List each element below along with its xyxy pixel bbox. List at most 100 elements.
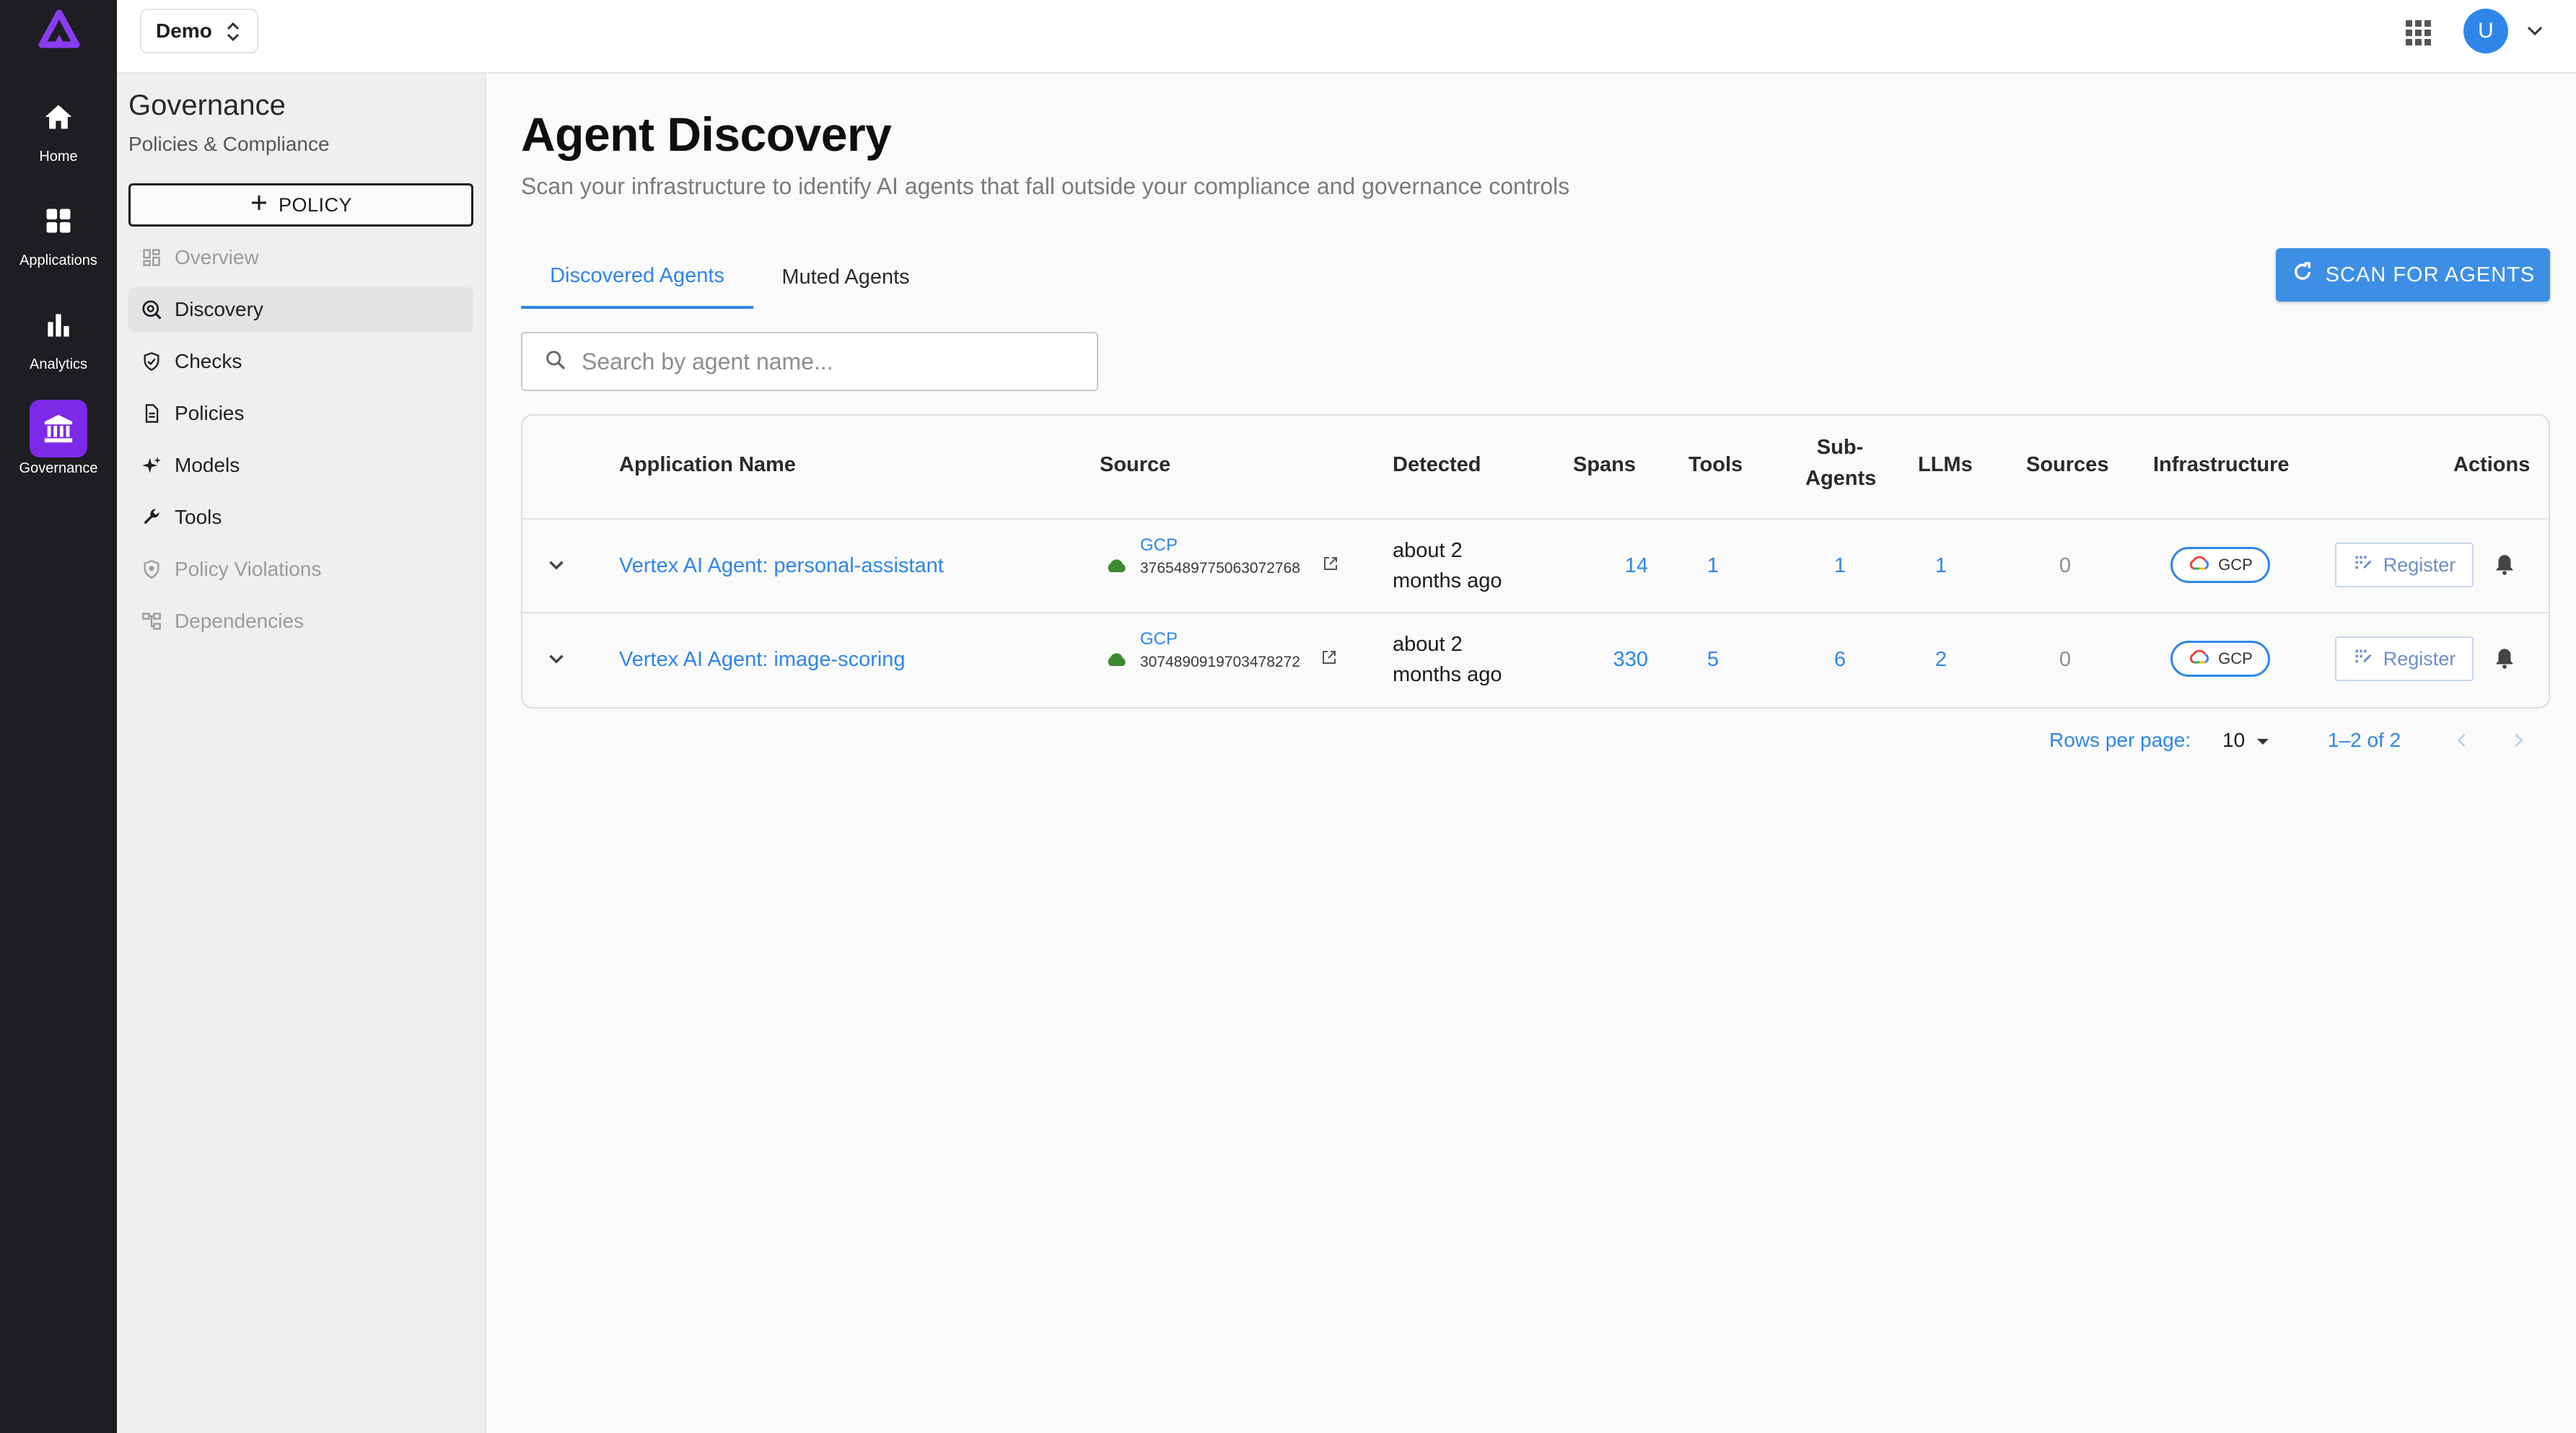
open-external-icon[interactable] — [1322, 554, 1339, 578]
sidebar-item-label: Policy Violations — [175, 558, 322, 580]
rows-per-page-select[interactable]: 10 — [2222, 729, 2271, 752]
shield-check-icon — [140, 350, 163, 373]
previous-page-icon[interactable] — [2452, 730, 2472, 755]
radar-icon — [140, 298, 163, 321]
infrastructure-label: GCP — [2218, 556, 2253, 574]
col-header-subagents[interactable]: Sub- Agents — [1805, 436, 1877, 491]
open-external-icon[interactable] — [1320, 648, 1338, 672]
sidebar-item-label: Discovery — [175, 298, 263, 320]
col-header-tools[interactable]: Tools — [1688, 453, 1743, 477]
top-bar: Demo U — [117, 0, 2576, 74]
agents-table: Application Name Source Detected Spans T… — [521, 414, 2550, 709]
sidebar-item-overview[interactable]: Overview — [128, 235, 473, 280]
rail-item-label: Applications — [19, 253, 97, 268]
sidebar-item-discovery[interactable]: Discovery — [128, 287, 473, 332]
sources-count: 0 — [2059, 554, 2072, 577]
sidebar-item-checks[interactable]: Checks — [128, 339, 473, 384]
register-button[interactable]: Register — [2335, 543, 2474, 587]
sidebar-item-dependencies[interactable]: Dependencies — [128, 599, 473, 644]
cloud-icon — [1104, 651, 1129, 675]
sidebar-item-tools[interactable]: Tools — [128, 495, 473, 540]
org-selector[interactable]: Demo — [140, 9, 258, 53]
sidebar-item-models[interactable]: Models — [128, 443, 473, 488]
spans-count[interactable]: 14 — [1612, 554, 1648, 578]
org-name: Demo — [156, 19, 212, 42]
sparkle-icon — [140, 454, 163, 477]
scan-for-agents-button[interactable]: SCAN FOR AGENTS — [2276, 248, 2550, 302]
expand-row-icon[interactable] — [544, 647, 569, 677]
col-header-spans[interactable]: Spans — [1573, 453, 1636, 477]
sidebar-item-policies[interactable]: Policies — [128, 391, 473, 436]
bell-icon[interactable] — [2492, 645, 2517, 677]
sidebar-item-label: Checks — [175, 350, 242, 372]
rail-item-analytics[interactable]: Analytics — [0, 296, 117, 373]
rail-item-governance[interactable]: Governance — [0, 400, 117, 477]
sidebar-item-policy-violations[interactable]: Policy Violations — [128, 547, 473, 592]
col-header-subagents-line2: Agents — [1805, 467, 1877, 490]
search-icon — [544, 349, 567, 375]
spans-count[interactable]: 330 — [1590, 648, 1648, 672]
tools-count[interactable]: 5 — [1684, 648, 1742, 672]
caret-down-icon — [2255, 729, 2271, 752]
col-header-application[interactable]: Application Name — [619, 453, 796, 477]
sidebar-item-label: Overview — [175, 246, 259, 268]
bar-chart-icon — [30, 296, 87, 354]
register-label: Register — [2383, 553, 2456, 576]
register-label: Register — [2383, 647, 2456, 670]
source-info: GCP 3765489775063072768 — [1140, 535, 1300, 577]
gcp-logo-icon — [2188, 554, 2211, 576]
col-header-source[interactable]: Source — [1100, 453, 1170, 477]
sidebar-subtitle: Policies & Compliance — [128, 133, 330, 155]
col-header-subagents-line1: Sub- — [1816, 436, 1864, 459]
user-avatar[interactable]: U — [2463, 9, 2508, 53]
rail-item-home[interactable]: Home — [0, 88, 117, 165]
bank-icon — [30, 400, 87, 457]
col-header-infrastructure[interactable]: Infrastructure — [2153, 453, 2290, 477]
subagents-count[interactable]: 1 — [1811, 554, 1869, 578]
logo-icon[interactable] — [38, 9, 81, 52]
unfold-icon — [224, 20, 242, 48]
detected-line1: about 2 — [1393, 539, 1463, 562]
search-input[interactable] — [582, 348, 1072, 375]
tab-muted-agents[interactable]: Muted Agents — [753, 245, 938, 309]
detected-line2: months ago — [1393, 569, 1502, 592]
bell-icon[interactable] — [2492, 551, 2517, 583]
infrastructure-chip[interactable]: GCP — [2170, 641, 2270, 677]
sidebar-item-label: Dependencies — [175, 610, 305, 632]
table-row[interactable]: Vertex AI Agent: image-scoring GCP 30748… — [522, 612, 2549, 706]
chevron-down-icon[interactable] — [2524, 20, 2546, 45]
source-label[interactable]: GCP — [1140, 535, 1300, 556]
shield-icon — [140, 558, 163, 581]
refresh-icon — [2291, 260, 2314, 289]
source-info: GCP 3074890919703478272 — [1140, 629, 1300, 671]
llms-count[interactable]: 1 — [1912, 554, 1970, 578]
register-button[interactable]: Register — [2335, 636, 2474, 681]
page-subtitle: Scan your infrastructure to identify AI … — [521, 173, 1570, 199]
table-row[interactable]: Vertex AI Agent: personal-assistant GCP … — [522, 518, 2549, 612]
app-launcher-icon[interactable] — [2403, 17, 2435, 49]
tools-count[interactable]: 1 — [1684, 554, 1742, 578]
next-page-icon[interactable] — [2508, 730, 2528, 755]
llms-count[interactable]: 2 — [1912, 648, 1970, 672]
wrench-icon — [140, 506, 163, 529]
expand-row-icon[interactable] — [544, 553, 569, 583]
add-policy-button[interactable]: POLICY — [128, 183, 473, 227]
col-header-sources[interactable]: Sources — [2026, 453, 2108, 477]
rows-per-page-label: Rows per page: — [2049, 729, 2191, 751]
col-header-detected[interactable]: Detected — [1393, 453, 1481, 477]
tab-discovered-agents[interactable]: Discovered Agents — [521, 245, 753, 309]
hierarchy-icon — [140, 610, 163, 633]
agent-name-link[interactable]: Vertex AI Agent: image-scoring — [619, 648, 906, 672]
grid-icon — [30, 192, 87, 250]
infrastructure-chip[interactable]: GCP — [2170, 547, 2270, 583]
agent-name-link[interactable]: Vertex AI Agent: personal-assistant — [619, 554, 944, 578]
subagents-count[interactable]: 6 — [1811, 648, 1869, 672]
app-rail: Home Applications Analytics Governance — [0, 0, 117, 1433]
col-header-llms[interactable]: LLMs — [1918, 453, 1973, 477]
detected-line2: months ago — [1393, 663, 1502, 686]
col-header-actions: Actions — [2453, 453, 2531, 476]
agent-search[interactable] — [521, 332, 1098, 391]
rail-item-applications[interactable]: Applications — [0, 192, 117, 269]
sidebar-item-label: Tools — [175, 506, 222, 528]
source-label[interactable]: GCP — [1140, 629, 1300, 649]
